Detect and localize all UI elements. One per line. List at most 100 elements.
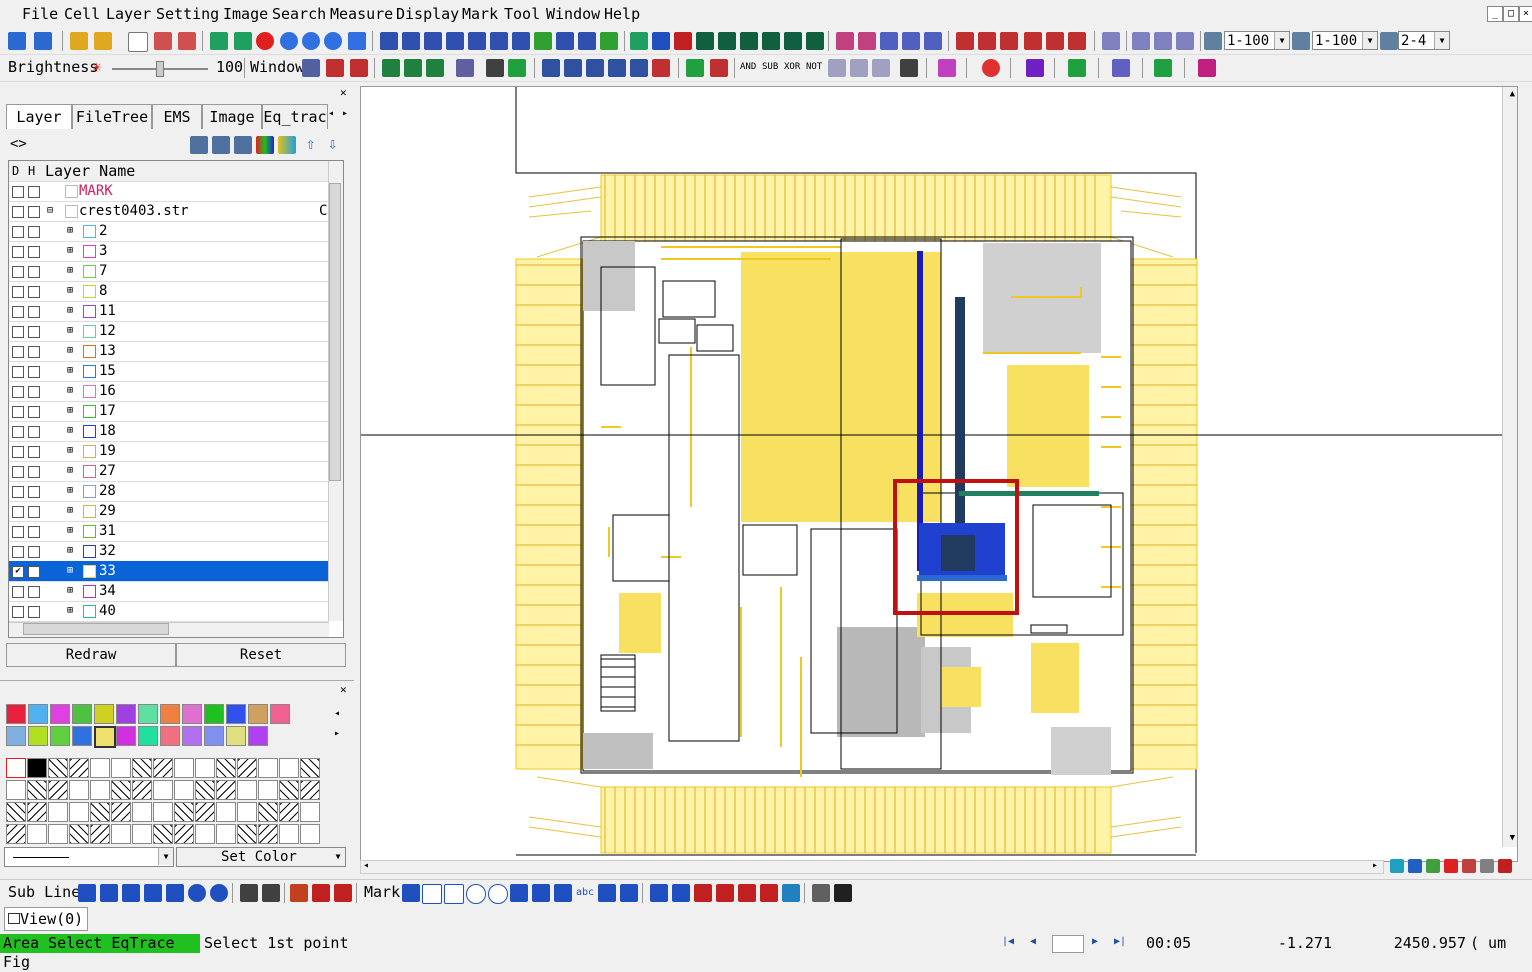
tab-ems[interactable]: EMS <box>152 104 202 129</box>
display-checkbox[interactable] <box>12 406 24 418</box>
canvas-vscroll[interactable] <box>1502 87 1517 847</box>
fill-pattern-swatch[interactable] <box>237 802 257 822</box>
window-icon[interactable] <box>302 59 320 77</box>
canvas-hscroll[interactable] <box>360 860 1384 874</box>
fill-pattern-swatch[interactable] <box>27 780 47 800</box>
fill-pattern-swatch[interactable] <box>132 780 152 800</box>
palette-swatch[interactable] <box>226 726 246 746</box>
display-checkbox[interactable] <box>12 286 24 298</box>
palette-swatch[interactable] <box>160 704 180 724</box>
fill-pattern-swatch[interactable] <box>300 824 320 844</box>
layout3-icon[interactable] <box>586 59 604 77</box>
print-icon[interactable] <box>924 32 942 50</box>
hide-checkbox[interactable] <box>28 426 40 438</box>
scroll-up-icon[interactable]: ▲ <box>1510 89 1515 99</box>
display-checkbox[interactable] <box>12 186 24 198</box>
fill-pattern-swatch[interactable] <box>48 780 68 800</box>
paste-icon[interactable] <box>710 59 728 77</box>
page-slider[interactable] <box>1052 935 1084 953</box>
stop-icon[interactable] <box>256 32 274 50</box>
display-checkbox[interactable] <box>12 426 24 438</box>
zoom-icon[interactable] <box>280 32 298 50</box>
import-icon[interactable] <box>178 32 196 50</box>
subline-grid2-icon[interactable] <box>262 884 280 902</box>
display-checkbox[interactable] <box>12 586 24 598</box>
fill-pattern-swatch[interactable] <box>237 758 257 778</box>
fill-pattern-swatch[interactable] <box>90 780 110 800</box>
number-icon[interactable] <box>836 32 854 50</box>
fill-pattern-swatch[interactable] <box>174 802 194 822</box>
fill-pattern-swatch[interactable] <box>69 758 89 778</box>
palette-swatch[interactable] <box>204 726 224 746</box>
palette-scroll-down-icon[interactable]: ▸ <box>334 728 340 739</box>
layer-row[interactable]: ⊞ 29 <box>9 501 329 522</box>
tree-expand-icon[interactable]: ⊞ <box>67 501 73 521</box>
view-font-icon[interactable] <box>1444 859 1458 873</box>
fill-pattern-swatch[interactable] <box>90 824 110 844</box>
tree-expand-icon[interactable]: ⊞ <box>67 381 73 401</box>
measure-icon[interactable] <box>380 32 398 50</box>
fill-pattern-swatch[interactable] <box>111 802 131 822</box>
lay-icon[interactable] <box>1068 32 1086 50</box>
forward-arrow-icon[interactable] <box>34 32 52 50</box>
fill-pattern-swatch[interactable] <box>132 824 152 844</box>
display-checkbox[interactable] <box>12 466 24 478</box>
layout5-icon[interactable] <box>630 59 648 77</box>
tree-expand-icon[interactable]: ⊞ <box>67 421 73 441</box>
palette-swatch[interactable] <box>270 704 290 724</box>
fill-pattern-swatch[interactable] <box>153 824 173 844</box>
menu-mark[interactable]: Mark <box>462 5 498 23</box>
mark-path-icon[interactable] <box>532 884 550 902</box>
view-list-icon[interactable] <box>1480 859 1494 873</box>
mark-props-icon[interactable] <box>782 884 800 902</box>
tree-expand-icon[interactable]: ⊞ <box>67 401 73 421</box>
tree-expand-icon[interactable]: ⊞ <box>67 281 73 301</box>
menu-file[interactable]: File <box>22 5 58 23</box>
logic-not[interactable]: NOT <box>806 62 822 72</box>
fill-pattern-swatch[interactable] <box>111 758 131 778</box>
zoom-out-icon[interactable] <box>324 32 342 50</box>
layout-icon[interactable] <box>542 59 560 77</box>
display-checkbox[interactable] <box>12 346 24 358</box>
layer-row[interactable]: ⊞ 2 <box>9 221 329 242</box>
grid2-icon[interactable] <box>762 32 780 50</box>
new-file-icon[interactable] <box>128 32 148 52</box>
menu-tool[interactable]: Tool <box>504 5 540 23</box>
color-edit-icon[interactable] <box>938 59 956 77</box>
hide-checkbox[interactable] <box>28 206 40 218</box>
chevron-down-icon[interactable]: ▼ <box>1434 32 1449 49</box>
display-checkbox[interactable] <box>12 486 24 498</box>
tree-expand-icon[interactable]: ⊞ <box>67 601 73 621</box>
refresh-icon[interactable] <box>234 32 252 50</box>
tree-expand-icon[interactable]: ⊞ <box>67 521 73 541</box>
measure-circle-icon[interactable] <box>578 32 596 50</box>
fill-pattern-swatch[interactable] <box>27 802 47 822</box>
mark-curve-icon[interactable] <box>554 884 572 902</box>
tree-expand-icon[interactable]: ⊞ <box>67 241 73 261</box>
close-icon[interactable]: × <box>1519 6 1532 22</box>
layer-row[interactable]: ⊞ 40 <box>9 601 329 622</box>
sub-down-icon[interactable] <box>850 59 868 77</box>
zoom-in-icon[interactable] <box>302 32 320 50</box>
chevron-down-icon[interactable]: ▼ <box>1274 32 1289 49</box>
layer-row[interactable]: ⊞ 3 <box>9 241 329 262</box>
text-level-icon[interactable] <box>1292 32 1310 50</box>
fill-pattern-swatch[interactable] <box>195 802 215 822</box>
color-bars-icon[interactable] <box>256 136 274 154</box>
settings-gear-icon[interactable] <box>508 59 526 77</box>
chevron-down-icon[interactable]: ▼ <box>1362 32 1377 49</box>
view-flag-icon[interactable] <box>1462 859 1476 873</box>
fill-pattern-swatch[interactable] <box>279 780 299 800</box>
tree-expand-icon[interactable]: ⊞ <box>67 321 73 341</box>
layer-list-vscroll-thumb[interactable] <box>329 183 341 481</box>
reset-button[interactable]: Reset <box>176 643 346 667</box>
level-combo-1[interactable]: 1-100 ▼ <box>1224 31 1290 50</box>
next-page-icon[interactable]: ▶ <box>1092 936 1098 947</box>
hide-checkbox[interactable] <box>28 266 40 278</box>
fill-pattern-swatch[interactable] <box>216 802 236 822</box>
cell-query-icon[interactable] <box>978 32 996 50</box>
palette-scroll-up-icon[interactable]: ◂ <box>334 708 340 719</box>
menu-help[interactable]: Help <box>604 5 640 23</box>
fig-small-icon[interactable] <box>1154 32 1172 50</box>
palette-swatch[interactable] <box>182 704 202 724</box>
